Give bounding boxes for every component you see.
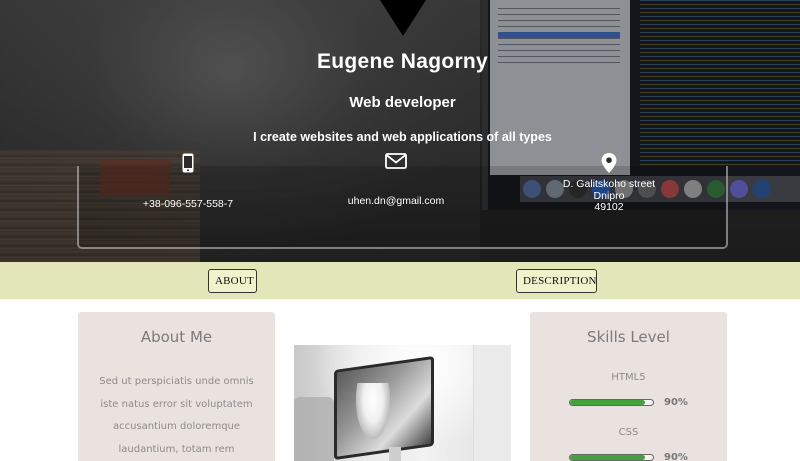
skill-percent: 90% — [664, 397, 688, 408]
hero-banner: Eugene Nagorny Web developer I create we… — [0, 0, 800, 262]
workspace-photo — [294, 345, 511, 461]
monitor-stand-decoration — [389, 447, 401, 461]
skill-fill — [570, 455, 645, 460]
stormtrooper-decoration — [356, 383, 390, 439]
developer-tagline: I create websites and web applications o… — [253, 130, 552, 144]
skill-name: HTML5 — [611, 372, 646, 383]
skill-bar — [569, 454, 654, 461]
skill-bar — [569, 399, 654, 406]
triangle-decoration — [380, 0, 426, 36]
skill-percent: 90% — [664, 452, 688, 461]
photo-divider — [473, 345, 511, 461]
address-street: D. Galitskoho street — [562, 178, 656, 190]
about-button[interactable]: ABOUT — [208, 269, 257, 293]
contact-address: D. Galitskoho street Dnipro 49102 — [540, 153, 678, 214]
skill-name: CSS — [618, 427, 639, 438]
about-text: Sed ut perspiciatis unde omnis iste natu… — [99, 376, 254, 455]
phone-number[interactable]: +38-096-557-558-7 — [108, 198, 268, 211]
phone-icon — [182, 153, 194, 173]
about-title: About Me — [140, 328, 213, 346]
skills-title: Skills Level — [587, 328, 670, 346]
address-zip: 49102 — [594, 201, 624, 213]
developer-role: Web developer — [349, 94, 456, 111]
description-button[interactable]: DESCRIPTION — [516, 269, 597, 293]
chair-decoration — [294, 397, 334, 461]
skills-card: Skills Level HTML5 90% CSS 90% — [530, 312, 727, 461]
developer-name: Eugene Nagorny — [316, 50, 489, 73]
contact-email: uhen.dn@gmail.com — [315, 153, 477, 208]
email-address[interactable]: uhen.dn@gmail.com — [315, 195, 477, 208]
section-nav-strip — [0, 262, 800, 299]
envelope-icon — [385, 153, 407, 169]
map-pin-icon — [601, 153, 617, 173]
skill-fill — [570, 400, 645, 405]
contact-phone: +38-096-557-558-7 — [108, 153, 268, 211]
about-card: About Me Sed ut perspiciatis unde omnis … — [78, 312, 275, 461]
